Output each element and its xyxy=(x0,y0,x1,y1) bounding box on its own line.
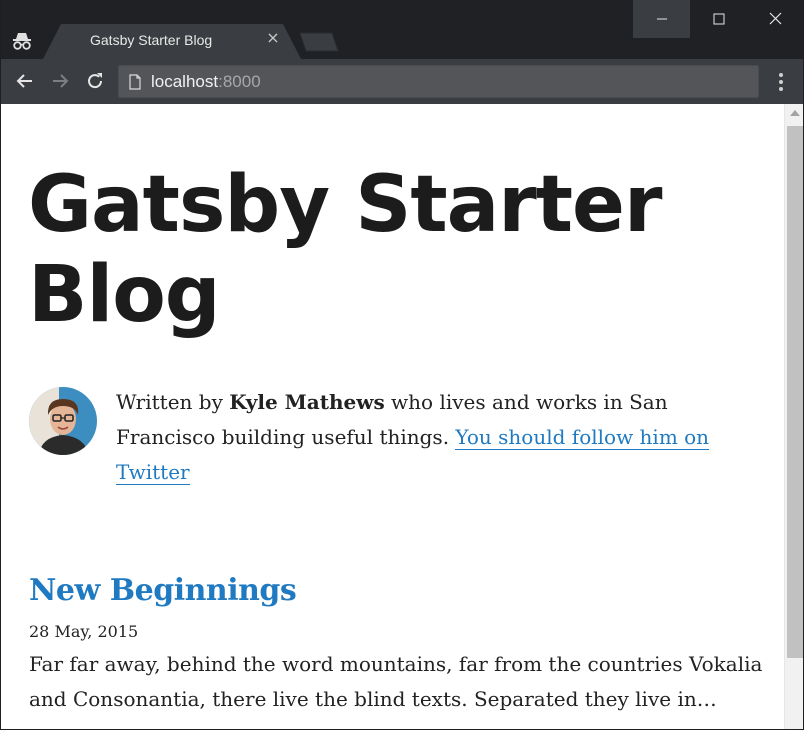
page-viewport: Gatsby Starter Blog Written by Kyle Math… xyxy=(1,104,784,729)
scroll-up-arrow-icon[interactable] xyxy=(790,110,800,116)
post-title-link[interactable]: New Beginnings xyxy=(29,571,769,611)
post-excerpt: Far far away, behind the word mountains,… xyxy=(29,652,763,711)
back-arrow-icon[interactable] xyxy=(14,70,36,92)
page-icon xyxy=(129,74,141,90)
new-tab-button[interactable] xyxy=(299,32,339,56)
close-window-button[interactable] xyxy=(747,0,803,38)
url-host: localhost xyxy=(151,72,219,91)
tab-title: Gatsby Starter Blog xyxy=(90,32,213,48)
author-name: Kyle Mathews xyxy=(229,390,385,414)
bio-prefix: Written by xyxy=(116,390,230,414)
maximize-button[interactable] xyxy=(690,0,747,38)
post-date: 28 May, 2015 xyxy=(29,622,139,641)
tab-gatsby-starter-blog[interactable]: Gatsby Starter Blog × xyxy=(43,24,305,59)
close-icon[interactable]: × xyxy=(265,30,281,46)
url-port: :8000 xyxy=(218,72,261,91)
tab-strip: Gatsby Starter Blog × xyxy=(1,0,803,59)
maximize-icon xyxy=(713,10,725,29)
author-avatar xyxy=(29,387,97,455)
kebab-menu-icon[interactable] xyxy=(771,71,791,93)
incognito-icon xyxy=(11,30,33,52)
bio-text: Written by Kyle Mathews who lives and wo… xyxy=(116,385,766,490)
minimize-icon xyxy=(656,10,668,29)
site-title[interactable]: Gatsby Starter Blog xyxy=(28,160,748,340)
scroll-thumb[interactable] xyxy=(787,126,803,658)
address-bar[interactable]: localhost:8000 xyxy=(118,65,759,98)
minimize-button[interactable] xyxy=(633,0,690,38)
forward-arrow-icon[interactable] xyxy=(49,70,71,92)
post-list-item: New Beginnings 28 May, 2015 Far far away… xyxy=(29,571,769,717)
browser-window: Gatsby Starter Blog × localhost:8000 Gat… xyxy=(0,0,804,730)
close-window-icon xyxy=(769,10,782,29)
url-text: localhost:8000 xyxy=(151,72,261,92)
browser-toolbar: localhost:8000 xyxy=(1,59,803,104)
reload-icon[interactable] xyxy=(84,70,106,92)
vertical-scrollbar[interactable] xyxy=(784,104,803,729)
